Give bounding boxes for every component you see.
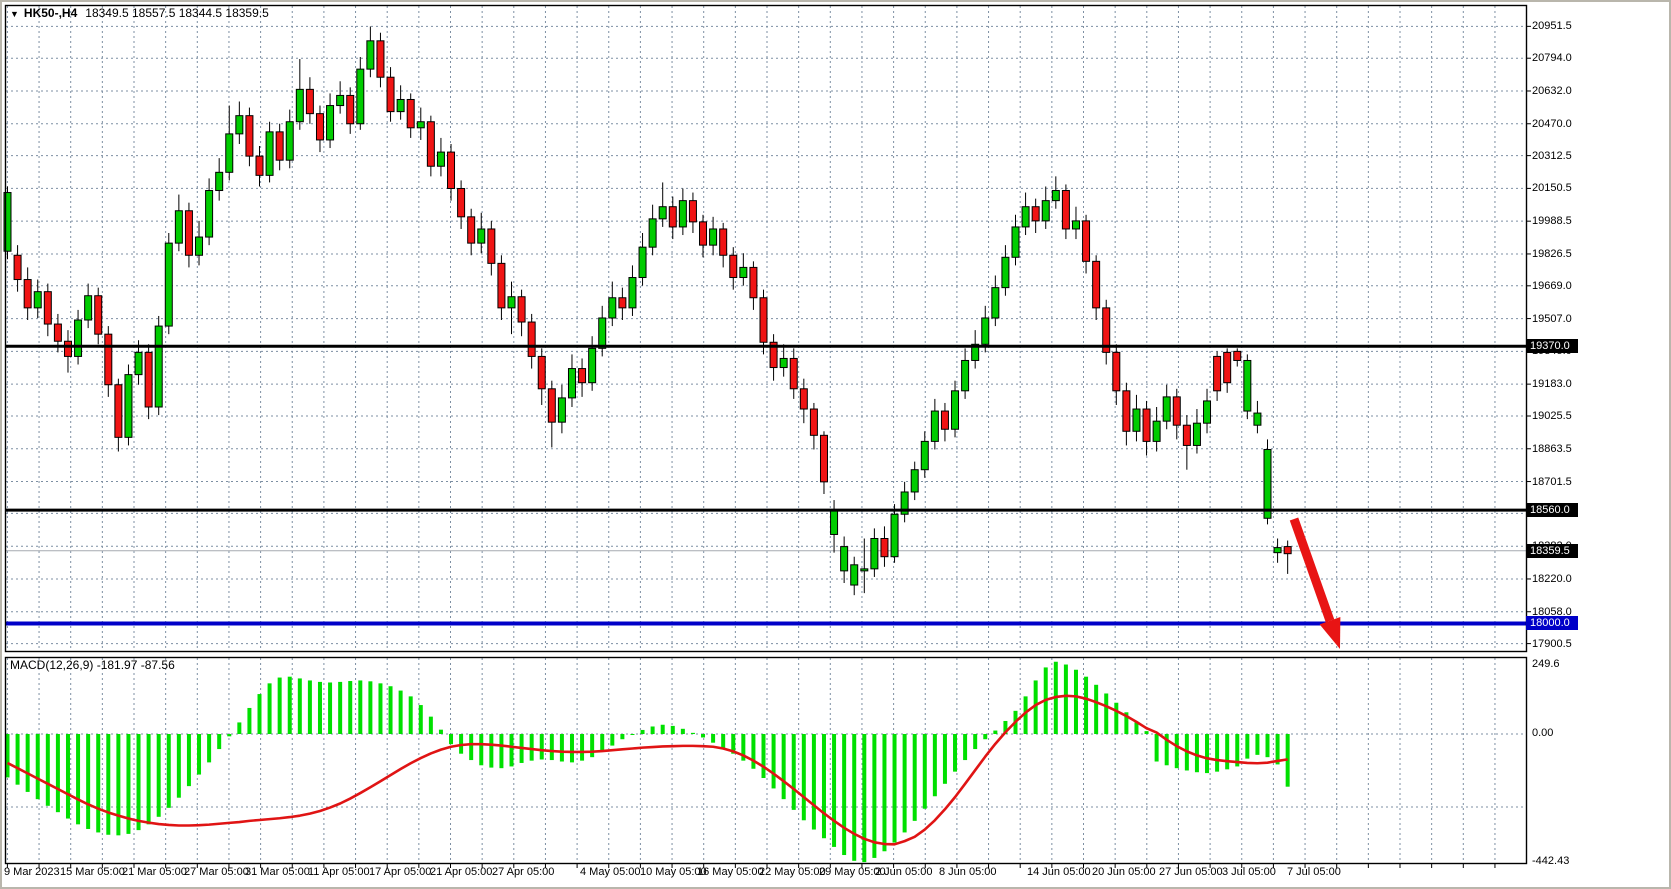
time-axis-label: 9 Mar 2023 (4, 866, 60, 878)
price-axis-label: 18701.5 (1532, 476, 1572, 488)
time-axis-label: 17 Apr 05:00 (369, 866, 431, 878)
time-axis-label: 15 Mar 05:00 (60, 866, 125, 878)
price-axis-label: 19669.0 (1532, 280, 1572, 292)
price-axis-label: 20470.0 (1532, 118, 1572, 130)
price-axis-label: 17900.5 (1532, 638, 1572, 650)
symbol-period-label: HK50-,H4 (24, 6, 77, 20)
price-axis-label: 18220.0 (1532, 573, 1572, 585)
grid (6, 6, 1526, 863)
time-axis-label: 11 Apr 05:00 (308, 866, 370, 878)
time-axis-label: 27 Mar 05:00 (184, 866, 249, 878)
price-axis-label: 20951.5 (1532, 20, 1572, 32)
price-axis-label: 20312.5 (1532, 150, 1572, 162)
chart-title: ▼ HK50-,H4 18349.5 18557.5 18344.5 18359.5 (10, 6, 269, 20)
price-badge: 18359.5 (1526, 544, 1578, 558)
price-badge: 18000.0 (1526, 616, 1578, 630)
macd-scale-max: 249.6 (1532, 658, 1560, 670)
time-axis-label: 20 Jun 05:00 (1092, 866, 1156, 878)
price-axis-label: 19025.5 (1532, 410, 1572, 422)
time-axis-label: 2 Jun 05:00 (875, 866, 933, 878)
time-axis-label: 21 Apr 05:00 (430, 866, 492, 878)
time-axis-label: 8 Jun 05:00 (939, 866, 997, 878)
chart-window: ▼ HK50-,H4 18349.5 18557.5 18344.5 18359.5… (0, 0, 1671, 889)
price-axis-label: 18863.5 (1532, 443, 1572, 455)
axis-ticks (7, 26, 1531, 868)
chart-canvas[interactable] (2, 2, 1671, 889)
macd-scale-min: -442.43 (1532, 855, 1569, 867)
time-axis-label: 3 Jul 05:00 (1222, 866, 1276, 878)
symbol-dropdown-icon[interactable]: ▼ (10, 9, 19, 19)
down-arrow-annotation[interactable] (1294, 519, 1340, 649)
time-axis-label: 31 Mar 05:00 (245, 866, 310, 878)
macd-histogram (6, 662, 1290, 862)
price-axis-label: 20150.5 (1532, 182, 1572, 194)
price-axis-label: 19988.5 (1532, 215, 1572, 227)
time-axis-label: 21 Mar 05:00 (122, 866, 187, 878)
time-axis-label: 7 Jul 05:00 (1287, 866, 1341, 878)
price-axis-label: 19826.5 (1532, 248, 1572, 260)
time-axis-label: 22 May 05:00 (759, 866, 826, 878)
time-axis-label: 4 May 05:00 (580, 866, 641, 878)
price-axis-label: 20794.0 (1532, 52, 1572, 64)
price-axis-label: 19507.0 (1532, 313, 1572, 325)
macd-indicator-label: MACD(12,26,9) -181.97 -87.56 (10, 658, 175, 672)
price-axis-label: 20632.0 (1532, 85, 1572, 97)
price-badge: 19370.0 (1526, 339, 1578, 353)
price-badge: 18560.0 (1526, 503, 1578, 517)
time-axis-label: 27 Jun 05:00 (1159, 866, 1223, 878)
macd-pane-border (6, 658, 1527, 864)
time-axis-label: 14 Jun 05:00 (1027, 866, 1091, 878)
macd-scale-zero: 0.00 (1532, 727, 1553, 739)
ohlc-readout: 18349.5 18557.5 18344.5 18359.5 (85, 6, 269, 20)
time-axis-label: 27 Apr 05:00 (492, 866, 554, 878)
time-axis-label: 16 May 05:00 (697, 866, 764, 878)
price-axis-label: 19183.0 (1532, 378, 1572, 390)
